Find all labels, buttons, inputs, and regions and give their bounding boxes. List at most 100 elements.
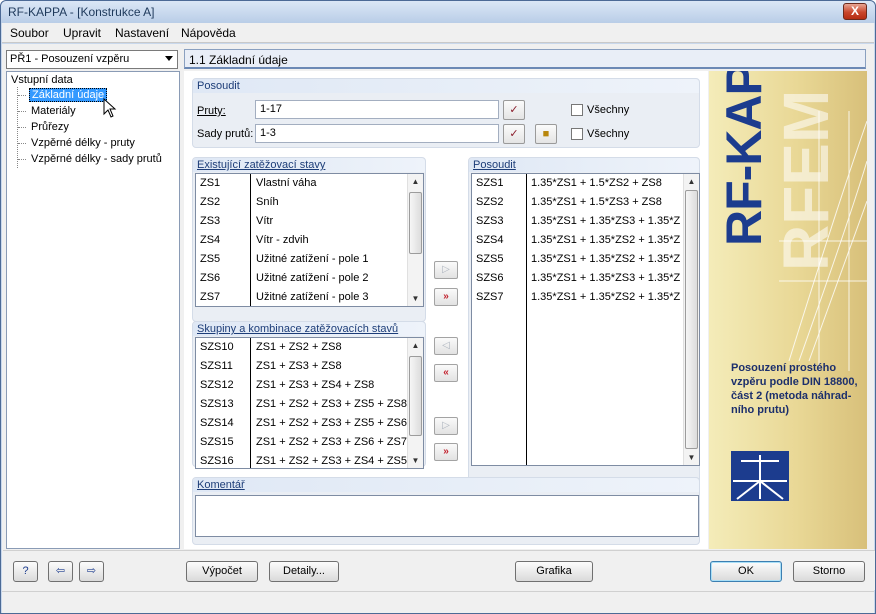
scroll-up-icon[interactable]: ▲: [408, 338, 423, 353]
row-id: SZS2: [476, 196, 504, 208]
scroll-down-icon[interactable]: ▼: [684, 450, 699, 465]
row-text: ZS1 + ZS3 + ZS4 + ZS8: [256, 379, 375, 391]
posoudit-group: Posoudit Pruty: 1-17 ✓ Všechny Sady prut…: [192, 78, 700, 148]
column-divider: [526, 174, 527, 465]
scroll-thumb[interactable]: [409, 356, 422, 436]
logo-graphic: [733, 455, 787, 500]
design-group: Posoudit SZS1 1.35*ZS1 + 1.5*ZS2 + ZS8 SZ…: [468, 157, 700, 517]
groups-group: Skupiny a kombinace zatěžovacích stavů S…: [192, 321, 426, 469]
row-text: ZS1 + ZS2 + ZS3 + ZS5 + ZS8: [256, 398, 408, 410]
case-select[interactable]: PŘ1 - Posouzení vzpěru: [6, 50, 178, 69]
row-id: ZS5: [200, 253, 221, 265]
row-id: SZS13: [200, 398, 234, 410]
pruty-input[interactable]: 1-17: [255, 100, 499, 119]
row-id: ZS1: [200, 177, 221, 189]
column-divider: [250, 174, 251, 306]
row-id: SZS3: [476, 215, 504, 227]
navigator-tree: Vstupní data Základní údaje Materiály Pr…: [6, 71, 180, 549]
menu-upravit[interactable]: Upravit: [63, 26, 101, 40]
groups-list[interactable]: SZS10 ZS1 + ZS2 + ZS8 SZS11 ZS1 + ZS3 + ZS…: [195, 337, 424, 469]
remove-all-button[interactable]: «: [434, 364, 458, 382]
row-text: Vítr - zdvih: [256, 234, 309, 246]
calculate-button[interactable]: Výpočet: [186, 561, 258, 582]
vsechny-pruty-label: Všechny: [587, 104, 630, 116]
ok-button[interactable]: OK: [710, 561, 782, 582]
row-id: SZS14: [200, 417, 234, 429]
scrollbar[interactable]: ▲ ▼: [407, 338, 423, 468]
add-selected-combo-button[interactable]: ▷: [434, 417, 458, 435]
row-text: Sníh: [256, 196, 279, 208]
comment-group: Komentář: [192, 477, 700, 545]
row-id: SZS10: [200, 341, 234, 353]
pick-icon[interactable]: ✓: [503, 100, 525, 120]
menu-bar: Soubor Upravit Nastavení Nápověda: [2, 23, 874, 43]
import-icon[interactable]: ⇦: [48, 561, 73, 582]
row-text: 1.35*ZS1 + 1.35*ZS3 + 1.35*Z: [531, 272, 681, 284]
pick-icon[interactable]: ✓: [503, 124, 525, 144]
dlubal-logo: [731, 451, 789, 501]
side-title: RF-KAPPA: [716, 71, 772, 246]
group-header-bar: [193, 478, 699, 492]
vsechny-sady-checkbox[interactable]: [571, 128, 583, 140]
new-icon[interactable]: ■: [535, 124, 557, 144]
scrollbar[interactable]: ▲ ▼: [407, 174, 423, 306]
graphics-button[interactable]: Grafika: [515, 561, 593, 582]
side-info-panel: RFEM RF-KAPPA Posouzení prostého vzpěru …: [709, 71, 867, 549]
sady-input[interactable]: 1-3: [255, 124, 499, 143]
row-text: 1.35*ZS1 + 1.35*ZS2 + 1.35*Z: [531, 253, 681, 265]
scroll-down-icon[interactable]: ▼: [408, 291, 423, 306]
cancel-button[interactable]: Storno: [793, 561, 865, 582]
scroll-up-icon[interactable]: ▲: [684, 174, 699, 189]
help-icon[interactable]: ?: [13, 561, 38, 582]
tree-connector: [18, 95, 26, 96]
group-header-bar: [193, 79, 699, 93]
close-button[interactable]: X: [843, 3, 867, 20]
scrollbar[interactable]: ▲ ▼: [683, 174, 699, 465]
row-id: ZS6: [200, 272, 221, 284]
row-text: 1.35*ZS1 + 1.5*ZS3 + ZS8: [531, 196, 662, 208]
row-id: SZS4: [476, 234, 504, 246]
menu-soubor[interactable]: Soubor: [10, 26, 49, 40]
tree-item-vzperne-delky-sady[interactable]: Vzpěrné délky - sady prutů: [31, 153, 162, 165]
side-ghost-text: RFEM: [770, 89, 842, 271]
column-divider: [250, 338, 251, 468]
tree-connector: [18, 111, 26, 112]
tree-item-vzperne-delky-pruty[interactable]: Vzpěrné délky - pruty: [31, 137, 135, 149]
details-button[interactable]: Detaily...: [269, 561, 339, 582]
remove-selected-button[interactable]: ◁: [434, 337, 458, 355]
tree-item-materialy[interactable]: Materiály: [31, 105, 76, 117]
add-all-combo-button[interactable]: »: [434, 443, 458, 461]
export-icon[interactable]: ⇨: [79, 561, 104, 582]
tree-item-zakladni-udaje[interactable]: Základní údaje: [29, 88, 108, 102]
title-bar: RF-KAPPA - [Konstrukce A] X: [1, 1, 875, 23]
scroll-thumb[interactable]: [409, 192, 422, 254]
tree-connector: [18, 143, 26, 144]
row-text: 1.35*ZS1 + 1.35*ZS3 + 1.35*Z: [531, 215, 681, 227]
menu-napoveda[interactable]: Nápověda: [181, 26, 236, 40]
tree-connector: [18, 159, 26, 160]
scroll-thumb[interactable]: [685, 190, 698, 449]
scroll-up-icon[interactable]: ▲: [408, 174, 423, 189]
existing-list[interactable]: ZS1 Vlastní váha ZS2 Sníh ZS3 Vítr ZS4 Vítr …: [195, 173, 424, 307]
menu-nastaveni[interactable]: Nastavení: [115, 26, 169, 40]
vsechny-pruty-checkbox[interactable]: [571, 104, 583, 116]
tree-root[interactable]: Vstupní data: [11, 74, 73, 86]
posoudit-title: Posoudit: [197, 80, 240, 92]
row-text: Užitné zatížení - pole 3: [256, 291, 369, 303]
row-id: ZS7: [200, 291, 221, 303]
case-select-value: PŘ1 - Posouzení vzpěru: [10, 53, 130, 65]
scroll-down-icon[interactable]: ▼: [408, 453, 423, 468]
row-id: SZS15: [200, 436, 234, 448]
main-panel: Posoudit Pruty: 1-17 ✓ Všechny Sady prut…: [184, 71, 708, 549]
comment-title: Komentář: [197, 479, 245, 491]
row-text: 1.35*ZS1 + 1.35*ZS2 + 1.35*Z: [531, 234, 681, 246]
add-all-button[interactable]: »: [434, 288, 458, 306]
tree-item-prurezy[interactable]: Průřezy: [31, 121, 69, 133]
row-id: SZS6: [476, 272, 504, 284]
design-list[interactable]: SZS1 1.35*ZS1 + 1.5*ZS2 + ZS8 SZS2 1.35*ZS…: [471, 173, 700, 466]
row-text: ZS1 + ZS2 + ZS3 + ZS6 + ZS7: [256, 436, 408, 448]
row-text: ZS1 + ZS3 + ZS8: [256, 360, 342, 372]
status-bar: [2, 591, 874, 613]
add-selected-button[interactable]: ▷: [434, 261, 458, 279]
comment-textarea[interactable]: [195, 495, 699, 537]
